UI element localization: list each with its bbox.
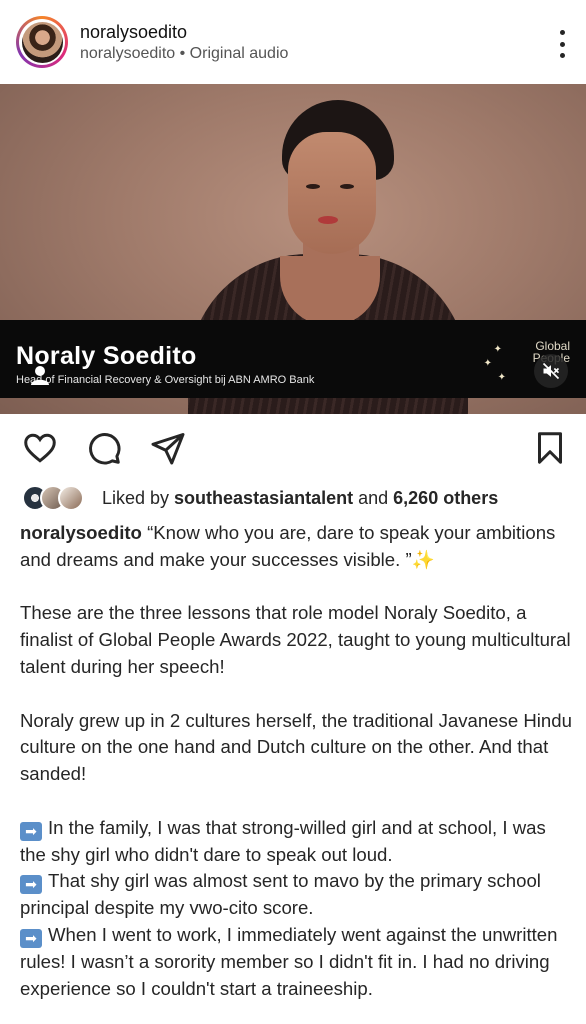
right-arrow-icon: ➡: [20, 875, 42, 895]
likes-summary[interactable]: Liked by southeastasiantalent and 6,260 …: [22, 484, 498, 512]
caption-bullet: ➡ In the family, I was that strong-willed…: [20, 816, 546, 865]
caption-bullet: ➡ That shy girl was almost sent to mavo b…: [20, 870, 541, 919]
sparkle-icon: ✦: [493, 344, 502, 355]
speaker-role: Head of Financial Recovery & Oversight b…: [16, 374, 315, 386]
dot: [559, 30, 565, 35]
audio-attribution[interactable]: noralysoedito • Original audio: [80, 44, 288, 64]
tagged-people-icon[interactable]: [30, 365, 50, 385]
comment-button[interactable]: [86, 430, 122, 466]
speaker-face: [288, 132, 376, 254]
post-video[interactable]: Noraly Soedito Head of Financial Recover…: [0, 84, 586, 414]
name-lower-third: Noraly Soedito Head of Financial Recover…: [0, 320, 586, 398]
avatar-image: [21, 21, 63, 63]
caption-username[interactable]: noralysoedito: [20, 522, 142, 543]
right-arrow-icon: ➡: [20, 821, 42, 841]
mute-toggle-button[interactable]: [534, 354, 568, 388]
avatar: [58, 485, 84, 511]
heart-icon: [24, 433, 56, 463]
more-options-button[interactable]: [556, 30, 568, 58]
likes-count[interactable]: 6,260 others: [393, 488, 498, 508]
like-button[interactable]: [22, 430, 58, 466]
dot: [559, 53, 565, 58]
paper-plane-icon: [151, 433, 185, 465]
liker-username[interactable]: southeastasiantalent: [174, 488, 353, 508]
sparkle-icon: ✦: [483, 358, 492, 369]
speaker-muted-icon: [542, 362, 560, 380]
liker-avatars: [22, 484, 92, 512]
post-action-bar: [0, 414, 586, 478]
post-header: noralysoedito noralysoedito • Original a…: [0, 0, 586, 84]
share-button[interactable]: [150, 430, 186, 466]
comment-icon: [89, 433, 121, 465]
post-username[interactable]: noralysoedito: [80, 21, 288, 43]
bookmark-icon: [538, 432, 562, 464]
post-caption: noralysoedito “Know who you are, dare to…: [20, 520, 576, 1002]
dot: [559, 41, 565, 47]
profile-avatar[interactable]: [16, 16, 68, 68]
caption-paragraph: Noraly grew up in 2 cultures herself, th…: [20, 709, 572, 785]
right-arrow-icon: ➡: [20, 928, 42, 948]
sparkles-icon: ✨: [411, 548, 435, 570]
caption-paragraph: These are the three lessons that role mo…: [20, 602, 571, 677]
save-button[interactable]: [532, 430, 568, 466]
caption-bullet: ➡ When I went to work, I immediately went…: [20, 923, 558, 999]
sparkle-icon: ✦: [497, 372, 506, 383]
caption-intro: noralysoedito “Know who you are, dare to…: [20, 522, 556, 570]
